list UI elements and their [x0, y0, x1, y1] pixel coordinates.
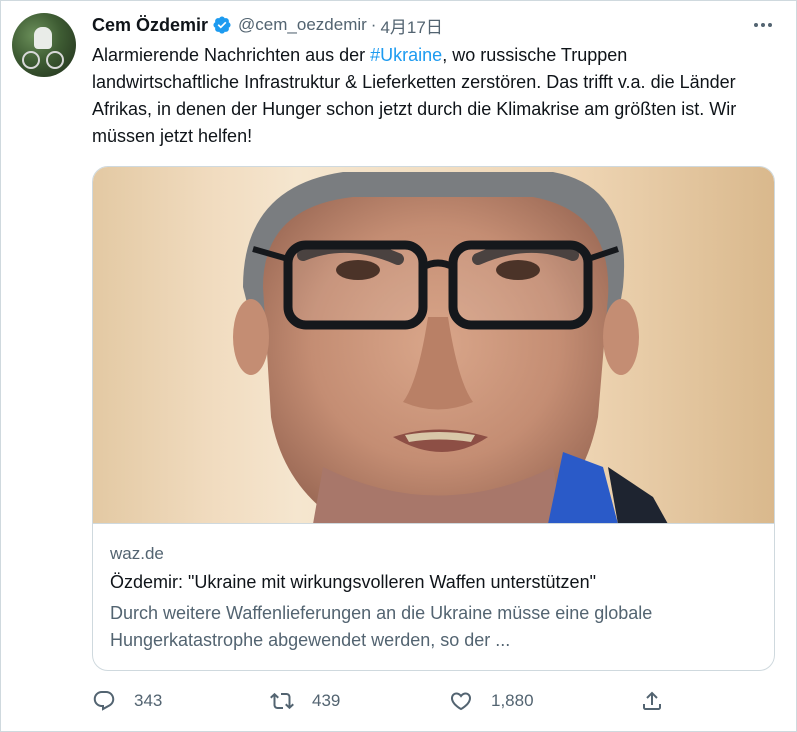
tweet-date[interactable]: 4月17日 — [380, 13, 442, 38]
author-handle[interactable]: @cem_oezdemir — [238, 15, 367, 35]
share-icon — [643, 691, 661, 710]
retweet-icon — [270, 692, 294, 710]
tweet-text: Alarmierende Nachrichten aus der #Ukrain… — [92, 42, 772, 150]
hashtag-link[interactable]: #Ukraine — [370, 45, 442, 65]
link-preview-card[interactable]: waz.de Özdemir: "Ukraine mit wirkungsvol… — [92, 166, 775, 671]
like-button[interactable]: 1,880 — [449, 686, 534, 716]
share-button[interactable] — [640, 686, 664, 716]
tweet-header: Cem Özdemir @cem_oezdemir · 4月17日 — [92, 12, 443, 38]
verified-badge-icon — [212, 15, 232, 35]
reply-button[interactable]: 343 — [92, 686, 162, 716]
retweet-count: 439 — [312, 691, 341, 710]
card-domain[interactable]: waz.de — [110, 544, 164, 564]
card-image[interactable] — [93, 167, 774, 524]
heart-icon — [450, 692, 472, 711]
like-count: 1,880 — [491, 691, 534, 710]
separator-dot: · — [370, 15, 377, 34]
avatar-person-shape — [34, 27, 52, 49]
more-dot — [754, 23, 758, 27]
avatar-bicycle-wheel — [46, 51, 64, 69]
retweet-button[interactable]: 439 — [270, 686, 340, 716]
more-dot — [768, 23, 772, 27]
author-avatar[interactable] — [12, 13, 76, 77]
tweet-actions-bar: 343 439 1,880 — [92, 686, 692, 716]
more-options-icon[interactable] — [748, 14, 778, 36]
more-dot — [761, 23, 765, 27]
author-name[interactable]: Cem Özdemir — [92, 15, 208, 36]
reply-count: 343 — [134, 691, 163, 710]
tweet-text-part: Alarmierende Nachrichten aus der — [92, 45, 371, 65]
card-description[interactable]: Durch weitere Waffenlieferungen an die U… — [110, 600, 750, 654]
card-title[interactable]: Özdemir: "Ukraine mit wirkungsvolleren W… — [110, 572, 596, 593]
reply-icon — [93, 691, 115, 711]
avatar-bicycle-wheel — [22, 51, 40, 69]
